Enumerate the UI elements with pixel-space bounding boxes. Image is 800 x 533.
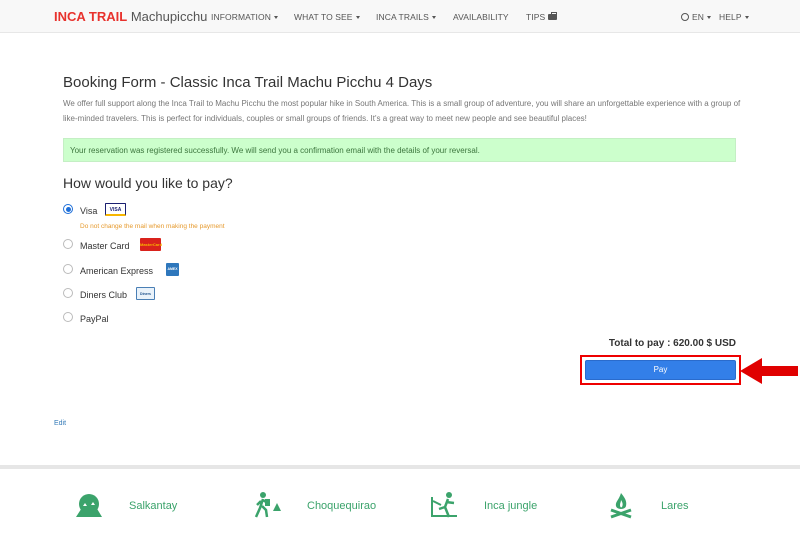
- amex-label: American Express: [80, 266, 154, 276]
- caret-down-icon: [707, 16, 712, 20]
- success-alert: Your reservation was registered successf…: [63, 138, 736, 162]
- caret-down-icon: [355, 16, 360, 20]
- top-navbar: INCA TRAIL Machupicchu INFORMATION WHAT …: [0, 0, 800, 33]
- briefcase-icon: [548, 12, 558, 20]
- edit-link[interactable]: Edit: [54, 420, 66, 427]
- nav-help[interactable]: HELP: [719, 12, 749, 22]
- footer-item-inca-jungle[interactable]: Inca jungle: [429, 491, 549, 523]
- payment-option-diners[interactable]: Diners Club Diners: [63, 287, 263, 302]
- footer-label-lares: Lares: [661, 500, 689, 512]
- caret-down-icon: [273, 16, 278, 20]
- nav-inca-trails-label: INCA TRAILS: [376, 12, 429, 22]
- nav-help-label: HELP: [719, 12, 742, 22]
- mastercard-radio[interactable]: [63, 239, 73, 249]
- brand-secondary: Machupicchu: [130, 9, 208, 24]
- visa-radio[interactable]: [63, 204, 73, 214]
- footer-item-salkantay[interactable]: Salkantay: [74, 491, 194, 523]
- footer-item-choquequirao[interactable]: Choquequirao: [252, 491, 382, 523]
- diners-radio[interactable]: [63, 288, 73, 298]
- diners-label: Diners Club: [80, 290, 128, 300]
- visa-warning: Do not change the mail when making the p…: [80, 223, 225, 230]
- footer-label-choquequirao: Choquequirao: [307, 500, 377, 512]
- nav-tips-label: TIPS: [526, 12, 546, 22]
- pointer-arrow-icon: [740, 358, 798, 384]
- campfire-icon: [610, 493, 632, 519]
- page-description: We offer full support along the Inca Tra…: [63, 99, 741, 123]
- amex-radio[interactable]: [63, 264, 73, 274]
- mountain-icon: [76, 494, 102, 517]
- nav-inca-trails[interactable]: INCA TRAILS: [376, 12, 436, 22]
- nav-what-to-see[interactable]: WHAT TO SEE: [294, 12, 360, 22]
- nav-information[interactable]: INFORMATION: [211, 12, 278, 22]
- caret-down-icon: [431, 16, 436, 20]
- paypal-radio[interactable]: [63, 312, 73, 322]
- caret-down-icon: [744, 16, 749, 20]
- pay-button-highlight: Pay: [580, 355, 741, 385]
- nav-availability[interactable]: AVAILABILITY: [453, 12, 509, 22]
- page-title: Booking Form - Classic Inca Trail Machu …: [63, 74, 433, 91]
- nav-what-to-see-label: WHAT TO SEE: [294, 12, 353, 22]
- biker-icon: [431, 492, 457, 518]
- amex-card-icon: AMEX: [166, 263, 179, 276]
- footer-label-inca-jungle: Inca jungle: [484, 500, 538, 512]
- payment-option-paypal[interactable]: PayPal: [63, 312, 263, 326]
- nav-availability-label: AVAILABILITY: [453, 12, 509, 22]
- mastercard-label: Master Card: [80, 241, 130, 251]
- nav-tips[interactable]: TIPS: [526, 12, 558, 22]
- brand-logo[interactable]: INCA TRAIL Machupicchu: [54, 9, 207, 24]
- payment-option-visa[interactable]: Visa VISA: [63, 203, 263, 218]
- pay-button[interactable]: Pay: [585, 360, 736, 380]
- diners-card-icon: Diners: [136, 287, 155, 300]
- payment-heading: How would you like to pay?: [63, 175, 233, 191]
- nav-language[interactable]: EN: [681, 12, 712, 22]
- brand-primary: INCA TRAIL: [54, 9, 128, 24]
- nav-language-label: EN: [692, 12, 705, 22]
- paypal-label: PayPal: [80, 314, 109, 324]
- globe-icon: [681, 13, 689, 21]
- payment-option-mastercard[interactable]: Master Card MasterCard: [63, 238, 263, 253]
- footer-item-lares[interactable]: Lares: [606, 491, 706, 523]
- mastercard-card-icon: MasterCard: [140, 238, 162, 251]
- footer-label-salkantay: Salkantay: [129, 500, 178, 512]
- payment-option-amex[interactable]: American Express AMEX: [63, 263, 263, 278]
- hiker-icon: [254, 492, 281, 518]
- footer: Salkantay Choquequirao Inca jungle Lares: [0, 465, 800, 533]
- nav-information-label: INFORMATION: [211, 12, 271, 22]
- total-to-pay: Total to pay : 620.00 $ USD: [608, 338, 736, 349]
- visa-card-icon: VISA: [105, 203, 126, 216]
- visa-label: Visa: [80, 206, 98, 216]
